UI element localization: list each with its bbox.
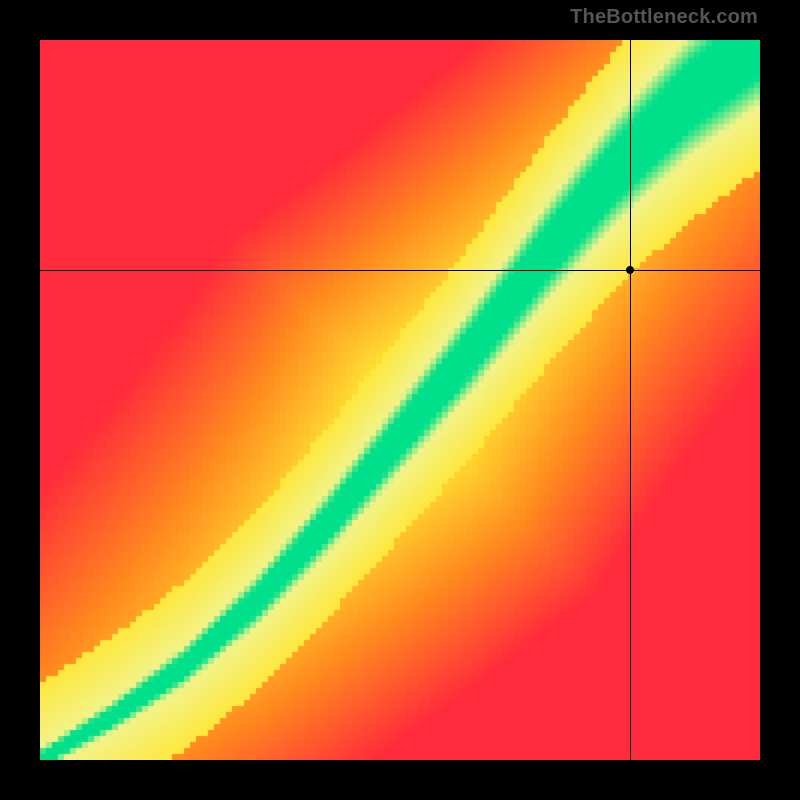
heatmap-canvas — [40, 40, 760, 760]
selection-marker — [626, 266, 634, 274]
bottleneck-heatmap — [40, 40, 760, 760]
watermark-text: TheBottleneck.com — [570, 6, 758, 29]
chart-frame: TheBottleneck.com — [0, 0, 800, 800]
crosshair-vertical — [630, 40, 631, 760]
crosshair-horizontal — [40, 270, 760, 271]
